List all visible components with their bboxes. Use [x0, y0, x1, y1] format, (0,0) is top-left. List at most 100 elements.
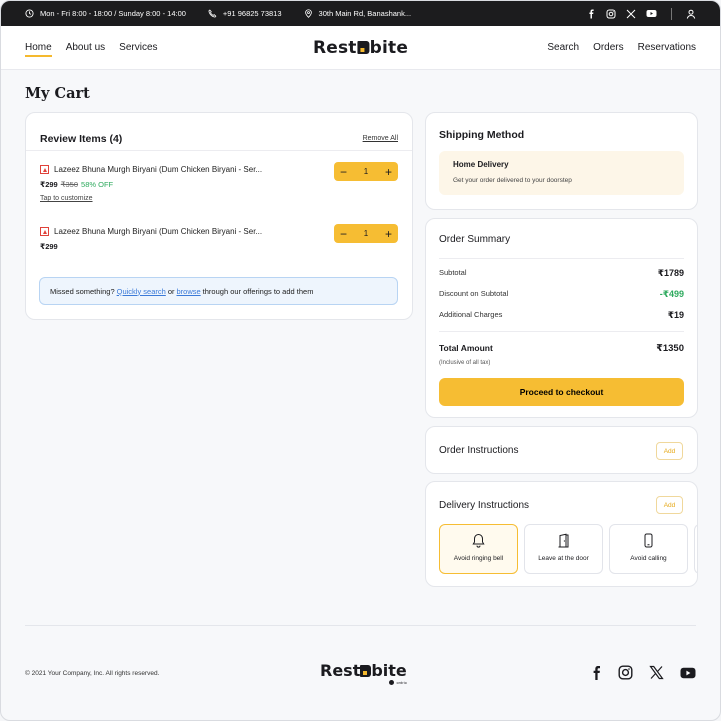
home-delivery-option[interactable]: Home Delivery Get your order delivered t…	[439, 151, 684, 195]
missed-prefix: Missed something?	[50, 286, 115, 296]
mobile-phone-icon	[644, 533, 653, 548]
add-delivery-instructions-button[interactable]: Add	[656, 496, 683, 514]
order-instructions-card: Order Instructions Add	[425, 426, 698, 474]
top-info-bar: Mon - Fri 8:00 - 18:00 / Sunday 8:00 - 1…	[1, 1, 720, 26]
plus-icon[interactable]: +	[385, 166, 392, 178]
hours-text: Mon - Fri 8:00 - 18:00 / Sunday 8:00 - 1…	[40, 9, 186, 18]
total-value: ₹1350	[656, 343, 684, 354]
user-account-icon[interactable]	[686, 9, 696, 19]
item-name: Lazeez Bhuna Murgh Biryani (Dum Chicken …	[54, 227, 263, 236]
brand-logo[interactable]: Rest bite	[313, 38, 408, 58]
option-leave-at-door[interactable]: Leave at the door	[524, 524, 603, 574]
tax-note: (Inclusive of all tax)	[439, 360, 491, 366]
nav-services[interactable]: Services	[119, 42, 157, 53]
x-twitter-icon[interactable]	[649, 665, 664, 680]
main-navigation: Home About us Services Rest bite Search O…	[1, 26, 720, 70]
address-text: 30th Main Rd, Banashank...	[318, 9, 412, 18]
logo-tag-text: ordrio	[396, 680, 407, 685]
youtube-icon[interactable]	[646, 9, 657, 18]
x-twitter-icon[interactable]	[626, 9, 636, 19]
order-summary-card: Order Summary Subtotal ₹1789 Discount on…	[425, 218, 698, 418]
phone-icon	[208, 9, 217, 18]
quantity-stepper: − 1 +	[334, 162, 398, 181]
discount-value: -₹499	[659, 289, 684, 299]
copyright-text: © 2021 Your Company, Inc. All rights res…	[25, 670, 160, 677]
facebook-icon[interactable]	[587, 9, 596, 19]
plus-icon[interactable]: +	[385, 228, 392, 240]
instagram-icon[interactable]	[618, 665, 633, 680]
quantity-value: 1	[363, 166, 369, 176]
delivery-instructions-card: Delivery Instructions Add Avoid ringing …	[425, 481, 698, 587]
instagram-icon[interactable]	[606, 9, 616, 19]
add-order-instructions-button[interactable]: Add	[656, 442, 683, 460]
home-delivery-title: Home Delivery	[453, 160, 509, 169]
divider	[439, 258, 684, 259]
phone-text: +91 96825 73813	[222, 9, 282, 18]
item-discount: 58% OFF	[81, 180, 114, 189]
quick-search-link[interactable]: Quickly search	[117, 287, 166, 296]
top-social-links	[587, 7, 696, 20]
nav-orders[interactable]: Orders	[593, 42, 624, 53]
customize-link[interactable]: Tap to customize	[40, 195, 93, 202]
item-price: ₹299	[40, 242, 58, 251]
footer-logo-tag: ordrio	[389, 680, 407, 685]
item-price-row: ₹299	[40, 242, 58, 251]
nav-about-us[interactable]: About us	[66, 42, 105, 53]
total-row: Total Amount ₹1350	[439, 343, 684, 354]
total-label: Total Amount	[439, 343, 493, 353]
charges-row: Additional Charges ₹19	[439, 310, 684, 321]
footer-divider	[25, 625, 696, 626]
cart-item: Lazeez Bhuna Murgh Biryani (Dum Chicken …	[26, 151, 412, 213]
minus-icon[interactable]: −	[340, 228, 347, 240]
summary-title: Order Summary	[439, 234, 511, 245]
ordrio-dot-icon	[389, 680, 395, 685]
option-label: Avoid ringing bell	[453, 555, 504, 562]
nav-reservations[interactable]: Reservations	[638, 42, 696, 53]
proceed-to-checkout-button[interactable]: Proceed to checkout	[439, 378, 684, 406]
missed-or: or	[167, 286, 175, 296]
non-veg-icon	[40, 227, 49, 236]
cart-item: Lazeez Bhuna Murgh Biryani (Dum Chicken …	[26, 213, 412, 275]
option-avoid-calling[interactable]: Avoid calling	[609, 524, 688, 574]
footer-social-links	[592, 665, 696, 680]
page-frame: Mon - Fri 8:00 - 18:00 / Sunday 8:00 - 1…	[0, 0, 721, 721]
option-label: Avoid calling	[630, 555, 667, 562]
shipping-title: Shipping Method	[439, 129, 525, 141]
subtotal-label: Subtotal	[439, 268, 467, 277]
item-price-row: ₹299 ₹350 58% OFF	[40, 180, 113, 189]
phone-info[interactable]: +91 96825 73813	[208, 9, 282, 18]
option-more[interactable]	[694, 524, 697, 574]
review-header: Review Items (4) Remove All	[26, 113, 412, 151]
page-title: My Cart	[25, 85, 90, 102]
browse-link[interactable]: browse	[176, 287, 200, 296]
item-name: Lazeez Bhuna Murgh Biryani (Dum Chicken …	[54, 165, 263, 174]
footer-logo[interactable]: Rest bite ordrio	[320, 661, 407, 685]
minus-icon[interactable]: −	[340, 166, 347, 178]
option-label: Leave at the door	[538, 555, 589, 562]
location-pin-icon	[304, 9, 312, 18]
hours-info: Mon - Fri 8:00 - 18:00 / Sunday 8:00 - 1…	[25, 9, 186, 18]
bell-icon	[472, 533, 485, 548]
discount-label: Discount on Subtotal	[439, 289, 509, 298]
address-info[interactable]: 30th Main Rd, Banashank...	[304, 9, 412, 18]
youtube-icon[interactable]	[680, 667, 696, 679]
order-instructions-title: Order Instructions	[439, 445, 519, 456]
divider	[439, 331, 684, 332]
facebook-icon[interactable]	[592, 665, 602, 680]
review-items-card: Review Items (4) Remove All Lazeez Bhuna…	[25, 112, 413, 320]
remove-all-link[interactable]: Remove All	[363, 135, 398, 142]
delivery-instructions-title: Delivery Instructions	[439, 500, 530, 511]
discount-row: Discount on Subtotal -₹499	[439, 289, 684, 300]
missed-something-banner: Missed something? Quickly search or brow…	[39, 277, 398, 305]
nav-search[interactable]: Search	[547, 42, 579, 53]
nav-home[interactable]: Home	[25, 42, 52, 57]
quantity-stepper: − 1 +	[334, 224, 398, 243]
review-title: Review Items (4)	[40, 132, 123, 145]
item-old-price: ₹350	[60, 180, 79, 189]
shipping-method-card: Shipping Method Home Delivery Get your o…	[425, 112, 698, 210]
door-icon	[558, 533, 569, 548]
home-delivery-desc: Get your order delivered to your doorste…	[453, 177, 572, 184]
non-veg-icon	[40, 165, 49, 174]
quantity-value: 1	[363, 228, 369, 238]
option-avoid-ringing-bell[interactable]: Avoid ringing bell	[439, 524, 518, 574]
